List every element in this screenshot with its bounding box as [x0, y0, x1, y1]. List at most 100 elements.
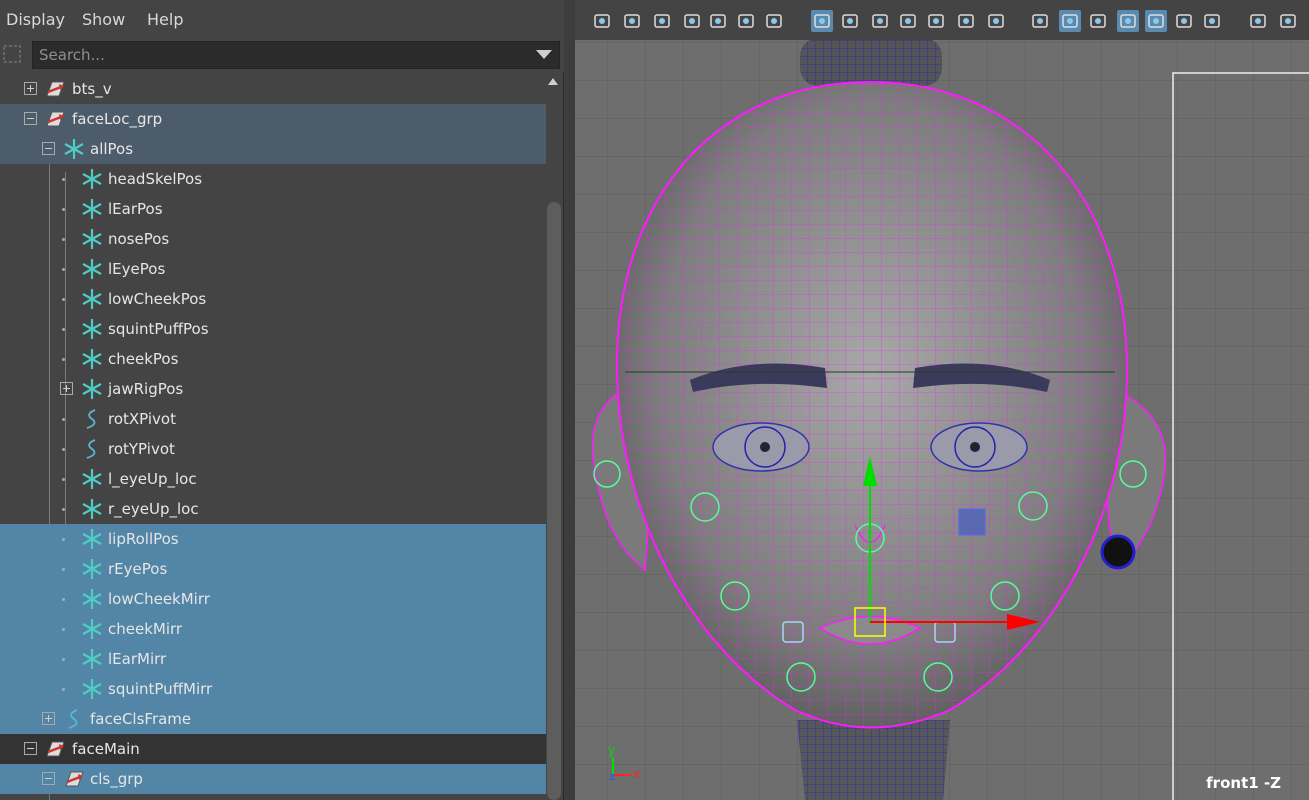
menu-display[interactable]: Display: [6, 10, 65, 29]
chevron-down-icon[interactable]: [536, 50, 552, 59]
outliner-panel: Display Show Help bts_v faceLoc_grp allPos…: [0, 0, 564, 800]
tree-leaf-dot: [62, 598, 65, 601]
collapse-icon[interactable]: [42, 142, 55, 155]
expand-icon[interactable]: [60, 382, 73, 395]
film-gate-icon[interactable]: [839, 10, 861, 32]
outliner-item-label: nosePos: [108, 230, 170, 248]
collapse-icon[interactable]: [24, 742, 37, 755]
outliner-row[interactable]: squintPuffPos: [0, 314, 546, 344]
scroll-up-icon[interactable]: [548, 78, 558, 85]
locator-icon: [81, 168, 103, 190]
outliner-item-label: allPos: [90, 140, 134, 158]
outliner-row[interactable]: headSkelPos: [0, 164, 546, 194]
expand-icon[interactable]: [24, 82, 37, 95]
outliner-row[interactable]: rotYPivot: [0, 434, 546, 464]
camera-attributes-icon[interactable]: [651, 10, 673, 32]
locator-icon: [81, 348, 103, 370]
field-chart-icon[interactable]: [925, 10, 947, 32]
outliner-row[interactable]: lowCheekMirr: [0, 584, 546, 614]
tree-leaf-dot: [62, 298, 65, 301]
search-input[interactable]: [32, 41, 560, 69]
safe-title-icon[interactable]: [985, 10, 1007, 32]
group-icon: [44, 78, 66, 100]
outliner-item-label: lowCheekPos: [108, 290, 207, 308]
outliner-row[interactable]: bts_v: [0, 74, 546, 104]
scrollbar-thumb[interactable]: [547, 202, 561, 800]
tree-leaf-dot: [62, 328, 65, 331]
outliner-row[interactable]: nosePos: [0, 224, 546, 254]
image-plane-icon[interactable]: [707, 10, 729, 32]
grid-icon[interactable]: [811, 10, 833, 32]
curve-icon: [81, 408, 103, 430]
outliner-row[interactable]: faceLoc_grp: [0, 104, 546, 134]
selected-control[interactable]: [958, 508, 986, 536]
gate-mask-icon[interactable]: [897, 10, 919, 32]
resolution-gate-icon[interactable]: [869, 10, 891, 32]
tree-leaf-dot: [62, 178, 65, 181]
outliner-tree: bts_v faceLoc_grp allPos headSkelPos lEarPos…: [0, 74, 546, 800]
outliner-row[interactable]: cheekPos: [0, 344, 546, 374]
wireframe-on-shaded-icon[interactable]: [1117, 10, 1139, 32]
outliner-row[interactable]: allPos: [0, 134, 546, 164]
outliner-row[interactable]: lEarMirr: [0, 644, 546, 674]
outliner-row[interactable]: l_eyeUp_loc: [0, 464, 546, 494]
tree-leaf-dot: [62, 658, 65, 661]
outliner-row[interactable]: rEyePos: [0, 554, 546, 584]
tree-leaf-dot: [62, 358, 65, 361]
maya-window: Display Show Help bts_v faceLoc_grp allPos…: [0, 0, 1309, 800]
menu-show[interactable]: Show: [82, 10, 125, 29]
filter-icon[interactable]: [2, 42, 22, 66]
viewport-3d[interactable]: y z x: [575, 0, 1309, 800]
xray-icon[interactable]: [1145, 10, 1167, 32]
outliner-row[interactable]: lipRollPos: [0, 524, 546, 554]
brush-icon[interactable]: [763, 10, 785, 32]
outliner-item-label: lipRollPos: [108, 530, 179, 548]
outliner-item-label: lEarPos: [108, 200, 163, 218]
motion-blur-icon[interactable]: [1277, 10, 1299, 32]
menu-help[interactable]: Help: [147, 10, 183, 29]
tree-leaf-dot: [62, 508, 65, 511]
outliner-row[interactable]: jawRigPos: [0, 374, 546, 404]
camera-label: front1 -Z: [1206, 774, 1281, 792]
outliner-row[interactable]: r_eyeUp_loc: [0, 494, 546, 524]
safe-action-icon[interactable]: [955, 10, 977, 32]
camera-lock-icon[interactable]: [621, 10, 643, 32]
tree-leaf-dot: [62, 208, 65, 211]
locator-icon: [81, 648, 103, 670]
outliner-row[interactable]: faceClsFrame: [0, 704, 546, 734]
outliner-row[interactable]: lowCheekPos: [0, 284, 546, 314]
collapse-icon[interactable]: [24, 112, 37, 125]
shadows-icon[interactable]: [1201, 10, 1223, 32]
panel-divider[interactable]: [564, 0, 575, 800]
outliner-row[interactable]: lEarPos: [0, 194, 546, 224]
outliner-row[interactable]: lEyePos: [0, 254, 546, 284]
outliner-item-label: faceMain: [72, 740, 140, 758]
outliner-row[interactable]: squintPuffMirr: [0, 674, 546, 704]
outliner-item-label: faceLoc_grp: [72, 110, 163, 128]
pivot-icon[interactable]: [735, 10, 757, 32]
outliner-row[interactable]: cheekMirr: [0, 614, 546, 644]
outliner-item-label: headSkelPos: [108, 170, 203, 188]
tree-leaf-dot: [62, 268, 65, 271]
wireframe-icon[interactable]: [1029, 10, 1051, 32]
bookmark-icon[interactable]: [681, 10, 703, 32]
locator-icon: [81, 588, 103, 610]
outliner-row[interactable]: cls_grp: [0, 764, 546, 794]
shade-all-icon[interactable]: [1087, 10, 1109, 32]
curve-icon: [81, 438, 103, 460]
group-icon: [44, 738, 66, 760]
axis-z-label: z: [609, 770, 615, 783]
camera-icon[interactable]: [591, 10, 613, 32]
outliner-row[interactable]: rotXPivot: [0, 404, 546, 434]
expand-icon[interactable]: [42, 712, 55, 725]
locator-icon: [81, 498, 103, 520]
ambient-occlusion-icon[interactable]: [1247, 10, 1269, 32]
collapse-icon[interactable]: [42, 772, 55, 785]
tree-leaf-dot: [62, 538, 65, 541]
group-icon: [44, 108, 66, 130]
smooth-shade-icon[interactable]: [1059, 10, 1081, 32]
lights-icon[interactable]: [1173, 10, 1195, 32]
locator-icon: [81, 378, 103, 400]
outliner-row[interactable]: faceMain: [0, 734, 546, 764]
locator-icon: [63, 138, 85, 160]
